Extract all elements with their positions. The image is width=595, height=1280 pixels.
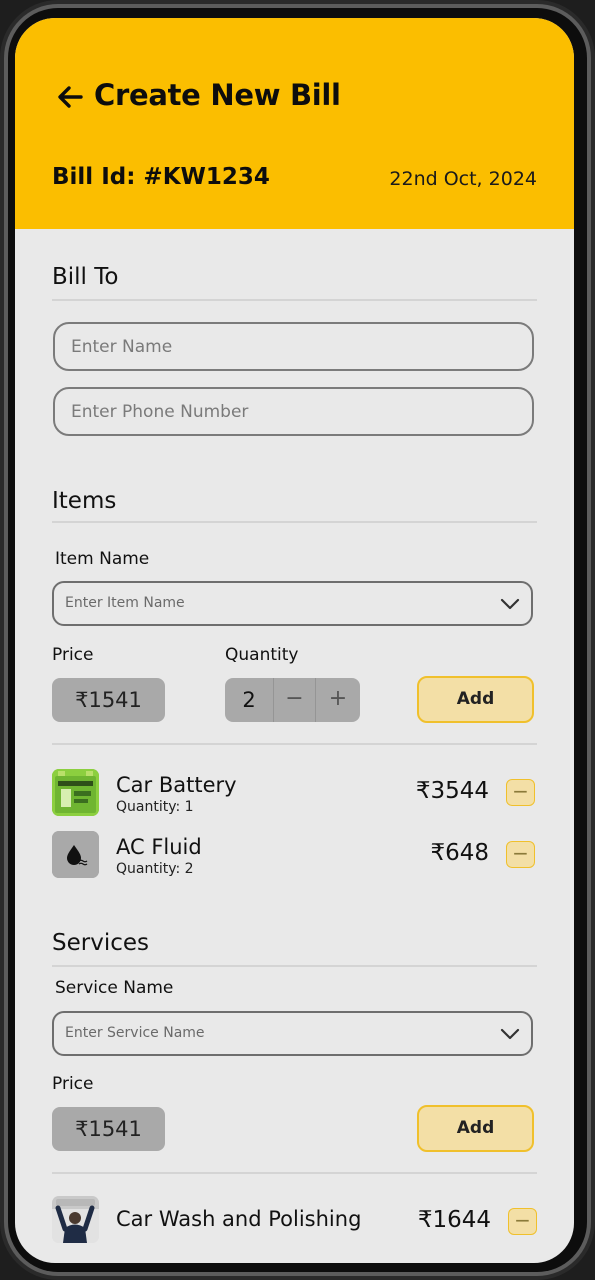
services-title: Services	[52, 930, 149, 956]
name-input[interactable]	[53, 322, 534, 371]
service-price-field[interactable]: ₹1541	[52, 1107, 165, 1151]
quantity-decrement-button[interactable]: −	[273, 678, 316, 722]
header-bar: Create New Bill Bill Id: #KW1234 22nd Oc…	[15, 18, 574, 229]
phone-input[interactable]	[53, 387, 534, 436]
bill-id: Bill Id: #KW1234	[52, 164, 270, 190]
add-item-button[interactable]: Add	[417, 676, 534, 723]
item-name: Car Battery	[116, 773, 237, 797]
phone-frame: Create New Bill Bill Id: #KW1234 22nd Oc…	[0, 0, 595, 1280]
item-name: AC Fluid	[116, 835, 202, 859]
item-quantity: Quantity: 2	[116, 861, 194, 877]
remove-service-button[interactable]: −	[508, 1208, 537, 1235]
item-name-label: Item Name	[55, 549, 150, 569]
service-name-label: Service Name	[55, 978, 174, 998]
car-battery-icon	[52, 769, 99, 816]
service-price-label: Price	[52, 1074, 94, 1094]
page-title: Create New Bill	[94, 78, 341, 112]
item-quantity: Quantity: 1	[116, 799, 194, 815]
items-divider	[52, 521, 537, 523]
quantity-stepper: 2 − +	[225, 678, 360, 722]
service-price: ₹1644	[417, 1207, 491, 1233]
services-divider	[52, 965, 537, 967]
item-price-field[interactable]: ₹1541	[52, 678, 165, 722]
quantity-label: Quantity	[225, 645, 299, 665]
item-price: ₹3544	[415, 778, 489, 804]
quantity-increment-button[interactable]: +	[316, 678, 360, 722]
bill-to-divider	[52, 299, 537, 301]
price-label: Price	[52, 645, 94, 665]
items-list-divider	[52, 743, 537, 745]
remove-item-button[interactable]: −	[506, 841, 535, 868]
item-price: ₹648	[430, 840, 489, 866]
item-name-select[interactable]: Enter Item Name	[52, 581, 533, 626]
item-name-placeholder: Enter Item Name	[65, 595, 185, 611]
bill-to-title: Bill To	[52, 264, 119, 290]
chevron-down-icon	[500, 598, 520, 610]
car-wash-icon	[52, 1196, 99, 1243]
add-service-button[interactable]: Add	[417, 1105, 534, 1152]
app-screen: Create New Bill Bill Id: #KW1234 22nd Oc…	[15, 18, 574, 1263]
remove-item-button[interactable]: −	[506, 779, 535, 806]
fluid-drop-icon	[52, 831, 99, 878]
items-title: Items	[52, 488, 117, 514]
chevron-down-icon	[500, 1028, 520, 1040]
quantity-value: 2	[242, 688, 256, 712]
service-name-select[interactable]: Enter Service Name	[52, 1011, 533, 1056]
bill-date: 22nd Oct, 2024	[389, 168, 537, 190]
service-name: Car Wash and Polishing	[116, 1207, 362, 1231]
back-arrow-icon[interactable]	[55, 82, 85, 112]
services-list-divider	[52, 1172, 537, 1174]
service-name-placeholder: Enter Service Name	[65, 1025, 205, 1041]
